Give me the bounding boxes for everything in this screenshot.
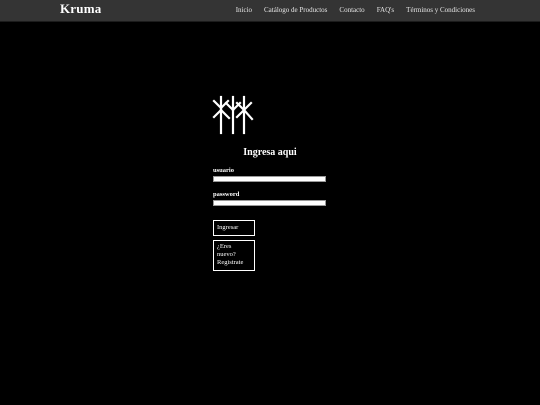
top-navbar: Kruma Inicio Catálogo de Productos Conta… (0, 0, 540, 21)
username-input[interactable] (213, 176, 326, 182)
password-input[interactable] (213, 200, 326, 206)
nav-link-contacto[interactable]: Contacto (339, 6, 364, 14)
login-button[interactable]: Ingresar (213, 220, 255, 236)
nav-link-terminos[interactable]: Términos y Condiciones (406, 6, 475, 14)
register-button[interactable]: ¿Eres nuevo? Registrate (213, 240, 255, 271)
username-label: usuario (213, 167, 234, 174)
nav-link-catalogo[interactable]: Catálogo de Productos (264, 6, 327, 14)
login-title: Ingresa aqui (243, 147, 297, 158)
main-nav: Inicio Catálogo de Productos Contacto FA… (224, 6, 475, 14)
nav-link-inicio[interactable]: Inicio (236, 6, 252, 14)
kruma-rune-logo-icon (212, 95, 254, 135)
brand-logo-text[interactable]: Kruma (60, 1, 101, 17)
password-label: password (213, 191, 240, 198)
nav-link-faqs[interactable]: FAQ's (377, 6, 394, 14)
